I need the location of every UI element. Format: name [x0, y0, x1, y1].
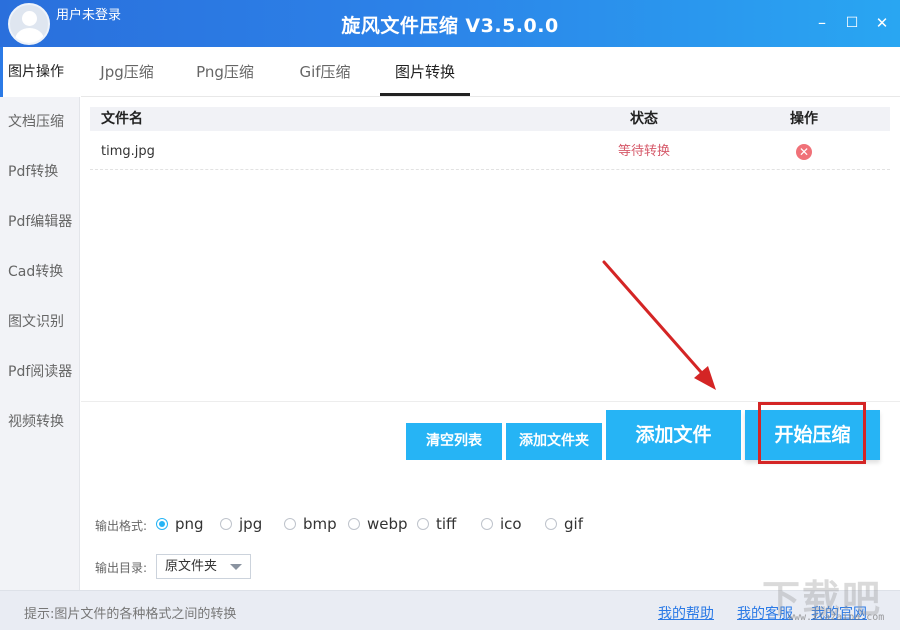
sidebar-item-cad-convert[interactable]: Cad转换 [0, 247, 80, 297]
radio-tiff-label[interactable]: tiff [436, 515, 456, 533]
sidebar-item-video-convert[interactable]: 视频转换 [0, 397, 80, 447]
radio-ico[interactable] [481, 518, 493, 530]
tab-image-convert[interactable]: 图片转换 [380, 47, 470, 97]
close-button[interactable]: ✕ [872, 13, 892, 33]
sidebar: 图片操作 文档压缩 Pdf转换 Pdf编辑器 Cad转换 图文识别 Pdf阅读器… [0, 47, 80, 590]
tab-gif-compress[interactable]: Gif压缩 [299, 47, 351, 97]
file-table-header: 文件名 状态 操作 [90, 107, 890, 131]
divider [81, 401, 900, 402]
help-link[interactable]: 我的帮助 [658, 603, 714, 623]
sidebar-item-pdf-reader[interactable]: Pdf阅读器 [0, 347, 80, 397]
radio-webp-label[interactable]: webp [367, 515, 408, 533]
radio-bmp[interactable] [284, 518, 296, 530]
add-folder-button[interactable]: 添加文件夹 [506, 423, 602, 460]
radio-ico-label[interactable]: ico [500, 515, 522, 533]
chevron-down-icon [230, 564, 242, 570]
file-name: timg.jpg [101, 144, 155, 159]
sidebar-item-image-ops[interactable]: 图片操作 [0, 47, 80, 97]
tab-png-compress[interactable]: Png压缩 [194, 47, 256, 97]
column-action: 操作 [790, 111, 818, 127]
sidebar-item-doc-compress[interactable]: 文档压缩 [0, 97, 80, 147]
file-status: 等待转换 [618, 144, 671, 159]
support-link[interactable]: 我的客服 [737, 603, 793, 623]
sidebar-item-pdf-convert[interactable]: Pdf转换 [0, 147, 80, 197]
radio-jpg[interactable] [220, 518, 232, 530]
column-status: 状态 [630, 111, 658, 127]
radio-png[interactable] [156, 518, 168, 530]
tab-jpg-compress[interactable]: Jpg压缩 [97, 47, 157, 97]
start-compress-button[interactable]: 开始压缩 [745, 410, 880, 460]
minimize-button[interactable]: – [812, 13, 832, 33]
delete-icon[interactable]: ✕ [796, 144, 812, 160]
output-dir-value: 原文件夹 [165, 559, 218, 574]
radio-gif[interactable] [545, 518, 557, 530]
output-format-label: 输出格式: [95, 519, 148, 533]
sidebar-item-ocr[interactable]: 图文识别 [0, 297, 80, 347]
add-file-button[interactable]: 添加文件 [606, 410, 741, 460]
tab-bar: Jpg压缩 Png压缩 Gif压缩 图片转换 [81, 47, 900, 97]
status-bar: 提示:图片文件的各种格式之间的转换 我的帮助 我的客服 我的官网 [0, 590, 900, 630]
app-title: 旋风文件压缩 V3.5.0.0 [341, 15, 559, 37]
column-filename: 文件名 [101, 111, 143, 127]
output-dir-label: 输出目录: [95, 561, 148, 575]
radio-gif-label[interactable]: gif [564, 515, 583, 533]
radio-webp[interactable] [348, 518, 360, 530]
website-link[interactable]: 我的官网 [811, 603, 867, 623]
radio-png-label[interactable]: png [175, 515, 204, 533]
sidebar-item-pdf-editor[interactable]: Pdf编辑器 [0, 197, 80, 247]
maximize-button[interactable]: ☐ [842, 13, 862, 33]
table-row[interactable]: timg.jpg 等待转换 ✕ [90, 136, 890, 170]
output-dir-select[interactable]: 原文件夹 [156, 554, 251, 579]
title-bar: 用户未登录 旋风文件压缩 V3.5.0.0 – ☐ ✕ [0, 0, 900, 47]
radio-bmp-label[interactable]: bmp [303, 515, 337, 533]
clear-list-button[interactable]: 清空列表 [406, 423, 502, 460]
radio-tiff[interactable] [417, 518, 429, 530]
radio-jpg-label[interactable]: jpg [239, 515, 262, 533]
tip-text: 提示:图片文件的各种格式之间的转换 [24, 607, 237, 622]
